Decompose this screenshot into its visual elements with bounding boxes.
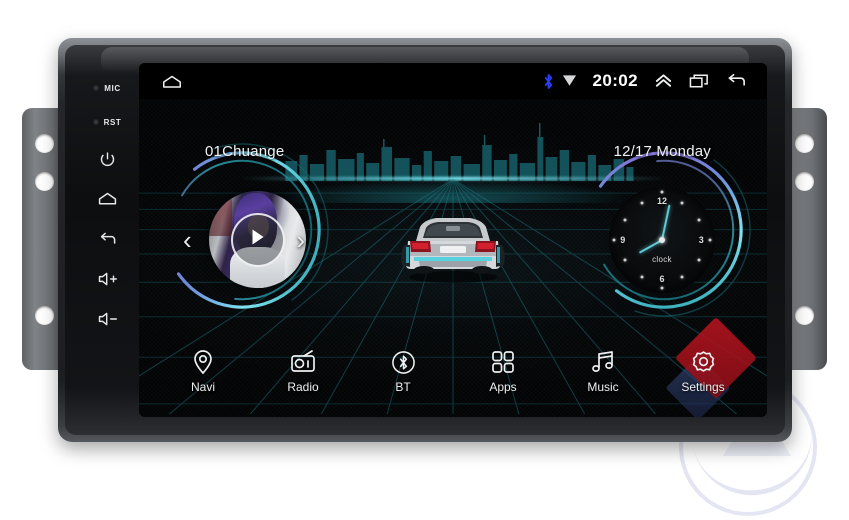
wifi-icon	[562, 74, 577, 88]
apps-grid-icon	[491, 349, 515, 375]
dock-item-radio[interactable]: Radio	[266, 349, 340, 394]
mic-label: MIC	[104, 83, 121, 93]
home-screen[interactable]: 01Chuange 12/17 Monday ‹ › 12 3 6 9 cloc…	[139, 99, 767, 417]
product-photo-stage: MIC RST 20:02 01Chuange 12/17 Monday ‹ ›…	[0, 0, 849, 520]
clock-tick	[640, 275, 644, 279]
bracket-hole	[795, 306, 814, 325]
car-graphic	[401, 218, 505, 283]
gear-icon	[691, 349, 716, 375]
bracket-hole	[35, 172, 54, 191]
recents-icon[interactable]	[689, 73, 710, 89]
dock-item-bt[interactable]: BT	[366, 349, 440, 394]
clock-tick	[708, 238, 712, 242]
play-button[interactable]	[230, 212, 285, 267]
media-title-label: 01Chuange	[205, 143, 285, 160]
play-icon	[249, 228, 266, 251]
clock-minute-hand	[661, 204, 671, 241]
media-player-widget[interactable]: ‹ ›	[181, 179, 306, 301]
clock-face: 12 3 6 9 clock	[609, 187, 715, 293]
bracket-hole	[35, 306, 54, 325]
dock-label-settings: Settings	[681, 380, 725, 394]
power-icon	[99, 151, 116, 168]
statusbar-right-group: 20:02	[543, 71, 767, 91]
album-art[interactable]	[209, 191, 306, 288]
volume-up-icon	[97, 271, 118, 287]
hard-key-column: MIC RST	[81, 57, 133, 423]
dock-label-navi: Navi	[190, 380, 215, 394]
status-bar: 20:02	[139, 63, 767, 99]
clock-tick	[660, 190, 664, 194]
clock-tick	[623, 218, 627, 222]
statusbar-clock: 20:02	[592, 71, 638, 90]
dock-label-apps: Apps	[489, 380, 517, 394]
clock-tick	[612, 238, 616, 242]
clock-tick	[680, 275, 684, 279]
clock-tick	[697, 258, 701, 262]
volume-down-button[interactable]	[90, 299, 124, 339]
mic-port: MIC	[93, 71, 120, 105]
dock-label-music: Music	[587, 380, 619, 394]
next-track-button[interactable]: ›	[296, 227, 305, 253]
dock-item-music[interactable]: Music	[566, 349, 640, 394]
volume-up-button[interactable]	[90, 259, 124, 299]
bracket-hole	[35, 134, 54, 153]
bluetooth-circle-icon	[391, 349, 416, 375]
clock-number-3: 3	[698, 235, 704, 245]
back-button[interactable]	[90, 219, 124, 259]
clock-number-9: 9	[620, 235, 626, 245]
clock-tick	[680, 201, 684, 205]
clock-number-12: 12	[656, 195, 668, 206]
bracket-hole	[795, 134, 814, 153]
clock-tick	[697, 218, 701, 222]
album-art-background	[209, 198, 233, 236]
dock-label-radio: Radio	[287, 380, 319, 394]
power-button[interactable]	[90, 139, 124, 179]
bluetooth-icon	[543, 73, 554, 90]
previous-track-button[interactable]: ‹	[183, 227, 192, 253]
statusbar-home-button[interactable]	[161, 74, 183, 89]
chevron-up-icon[interactable]	[654, 73, 673, 89]
clock-tick	[660, 286, 664, 290]
home-button[interactable]	[90, 179, 124, 219]
dock-item-apps[interactable]: Apps	[466, 349, 540, 394]
mic-hole-icon	[93, 85, 100, 91]
head-unit-body: MIC RST 20:02 01Chuange 12/17 Monday ‹ ›…	[58, 38, 792, 442]
clock-tick	[640, 201, 644, 205]
radio-icon	[290, 349, 316, 375]
back-arrow-icon[interactable]	[726, 73, 747, 89]
reset-hole-icon[interactable]	[92, 119, 99, 125]
reset-port[interactable]: RST	[92, 105, 122, 139]
dock-label-bt: BT	[395, 380, 411, 394]
touchscreen[interactable]: 20:02 01Chuange 12/17 Monday ‹ › 12 3 6 …	[139, 63, 767, 417]
clock-widget[interactable]: 12 3 6 9 clock	[601, 179, 723, 301]
music-note-icon	[591, 349, 615, 375]
app-dock: Navi Radio BT Apps Music Settings	[139, 349, 767, 411]
clock-word-label: clock	[652, 254, 672, 264]
reset-label: RST	[103, 117, 122, 127]
clock-center-pin	[659, 237, 665, 243]
home-icon	[98, 191, 117, 207]
bracket-hole	[795, 172, 814, 191]
head-unit-bezel: MIC RST 20:02 01Chuange 12/17 Monday ‹ ›…	[65, 45, 785, 435]
dock-item-settings[interactable]: Settings	[666, 349, 740, 394]
location-pin-icon	[192, 349, 214, 375]
date-label: 12/17 Monday	[613, 143, 711, 160]
dock-item-navi[interactable]: Navi	[166, 349, 240, 394]
back-icon	[98, 231, 117, 247]
clock-tick	[623, 258, 627, 262]
clock-number-6: 6	[659, 274, 665, 285]
volume-down-icon	[97, 311, 118, 327]
